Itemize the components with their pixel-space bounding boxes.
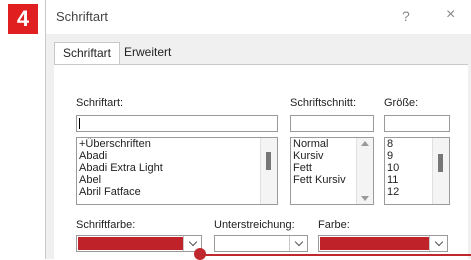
font-list-item[interactable]: Abadi xyxy=(77,150,277,162)
underline-label: Unterstreichung: xyxy=(214,219,295,231)
underline-color-dropdown[interactable] xyxy=(318,235,448,252)
underline-color-label: Farbe: xyxy=(318,219,350,231)
tab-schriftart[interactable]: Schriftart xyxy=(54,42,121,65)
font-color-label: Schriftfarbe: xyxy=(76,219,136,231)
font-size-list[interactable]: 8 9 10 11 12 xyxy=(384,137,450,205)
font-list-item[interactable]: Abril Fatface xyxy=(77,186,277,198)
tab-panel-schriftart: Schriftart: +Überschriften Abadi Abadi E… xyxy=(54,64,468,259)
font-style-label: Schriftschnitt: xyxy=(290,97,357,109)
underline-dropdown[interactable] xyxy=(214,235,308,252)
font-label: Schriftart: xyxy=(76,97,124,109)
dialog-title: Schriftart xyxy=(56,9,109,24)
font-list-item[interactable]: Abel xyxy=(77,174,277,186)
title-bar: Schriftart ? × xyxy=(46,0,471,34)
chevron-down-icon[interactable] xyxy=(289,236,307,251)
font-size-scrollbar[interactable] xyxy=(432,138,449,204)
font-list[interactable]: +Überschriften Abadi Abadi Extra Light A… xyxy=(76,137,278,205)
tab-strip: Schriftart Erweitert xyxy=(46,34,471,65)
font-color-swatch xyxy=(78,237,183,250)
font-input[interactable] xyxy=(76,115,278,132)
chevron-down-icon[interactable] xyxy=(429,236,447,251)
callout-dot xyxy=(194,248,206,260)
scroll-up-arrow-icon[interactable] xyxy=(361,141,369,146)
font-style-scrollbar[interactable] xyxy=(356,138,373,204)
callout-line xyxy=(200,254,471,256)
text-caret xyxy=(79,118,80,129)
scrollbar-thumb[interactable] xyxy=(266,152,271,170)
scrollbar-thumb[interactable] xyxy=(438,154,443,172)
help-button[interactable]: ? xyxy=(402,8,410,24)
font-size-label: Größe: xyxy=(384,97,419,109)
font-list-item[interactable]: Abadi Extra Light xyxy=(77,162,277,174)
underline-color-swatch xyxy=(320,237,429,250)
scroll-down-arrow-icon[interactable] xyxy=(361,196,369,201)
close-button[interactable]: × xyxy=(446,6,455,24)
font-style-input[interactable] xyxy=(290,115,374,132)
font-color-dropdown[interactable] xyxy=(76,235,202,252)
font-list-item[interactable]: +Überschriften xyxy=(77,138,277,150)
tab-erweitert[interactable]: Erweitert xyxy=(116,42,179,64)
font-dialog: Schriftart ? × Schriftart Erweitert Schr… xyxy=(45,0,471,259)
font-list-scrollbar[interactable] xyxy=(260,138,277,204)
step-number-badge: 4 xyxy=(8,4,38,34)
font-size-input[interactable] xyxy=(384,115,450,132)
font-style-list[interactable]: Normal Kursiv Fett Fett Kursiv xyxy=(290,137,374,205)
